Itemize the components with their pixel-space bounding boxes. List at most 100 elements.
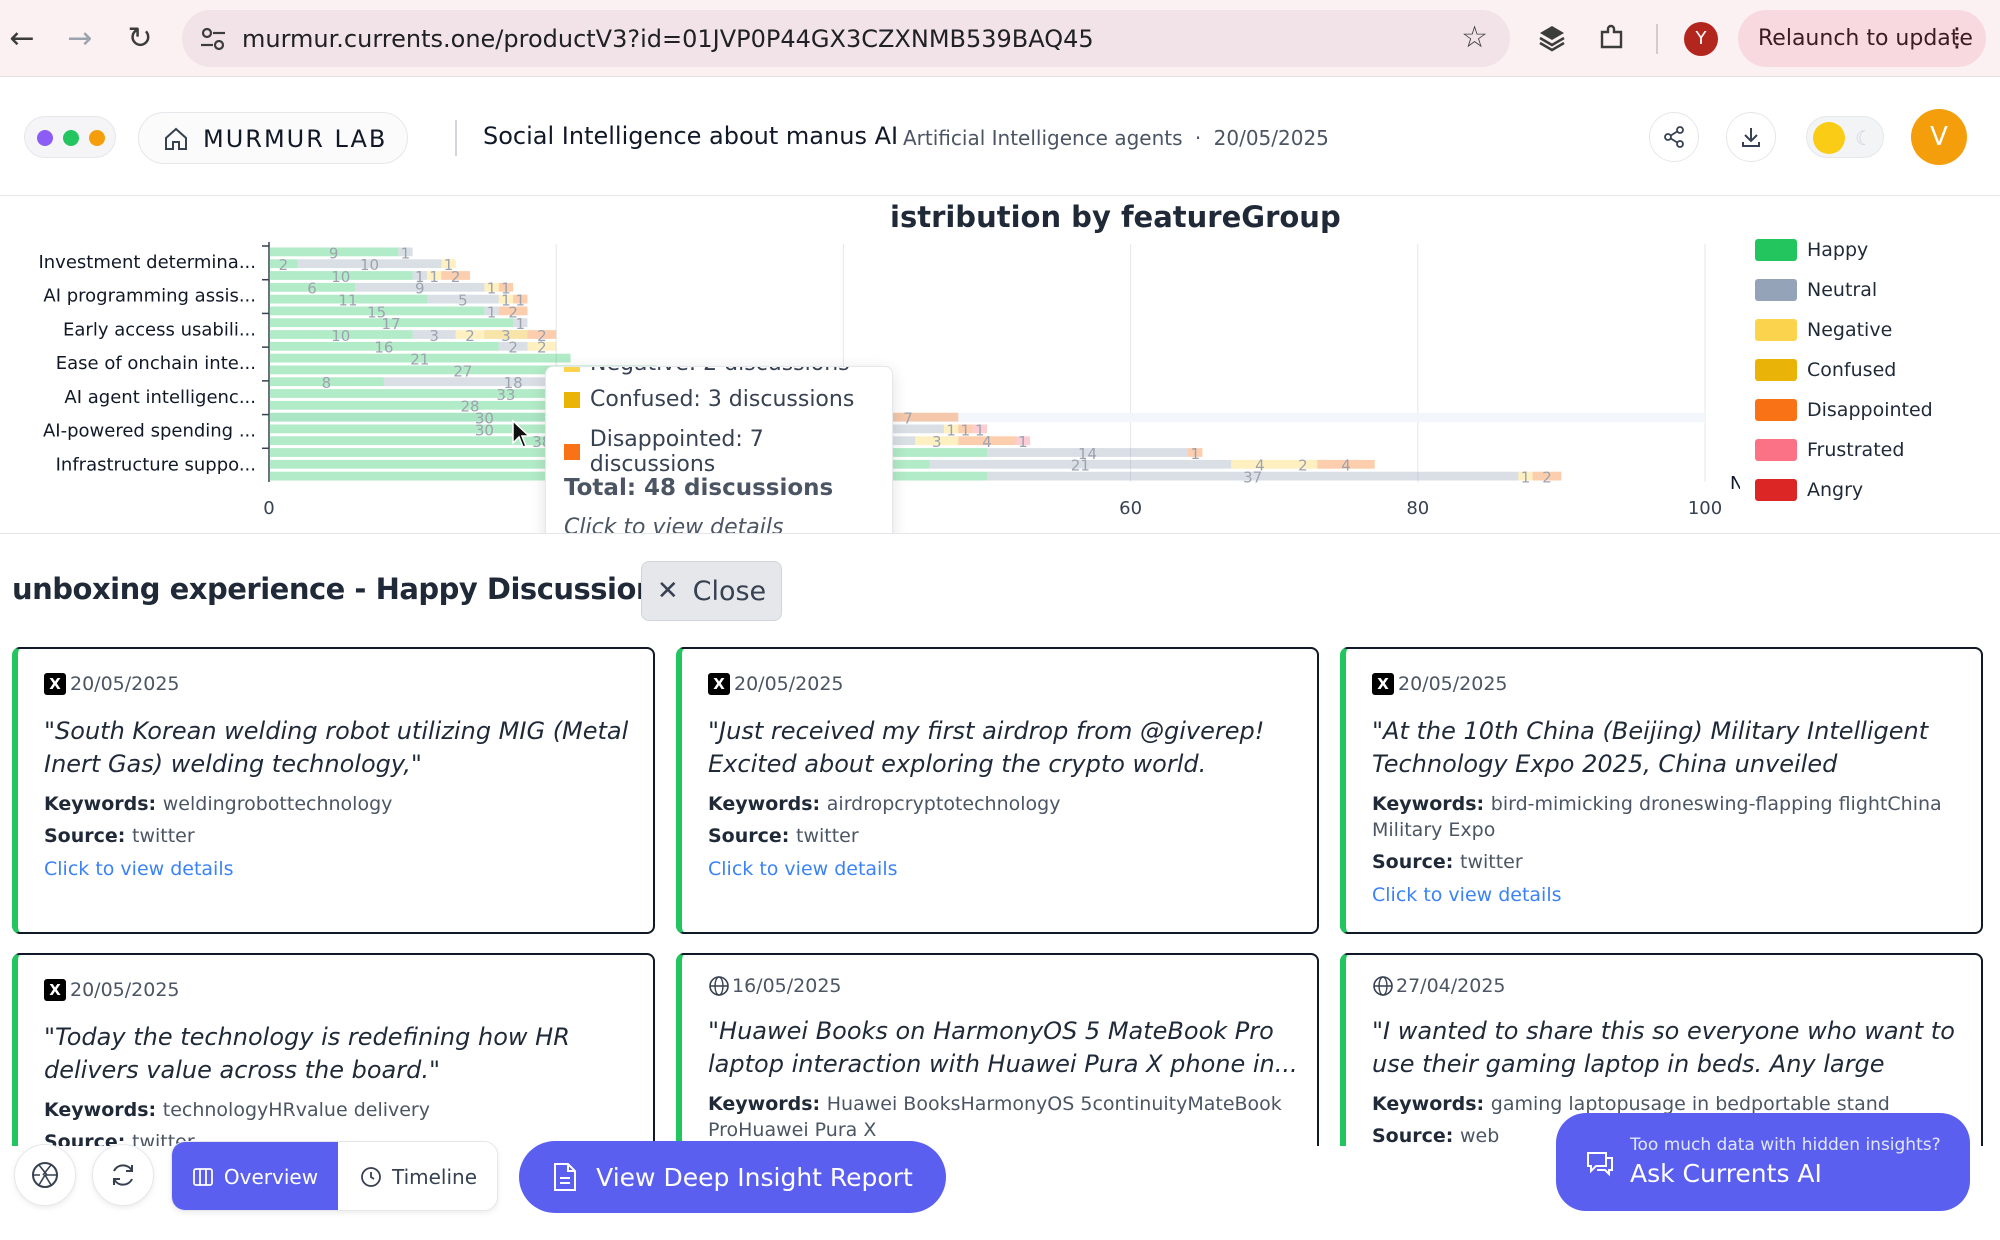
overview-tab[interactable]: Overview [172,1142,338,1210]
view-switcher: Overview Timeline [171,1141,498,1211]
legend-item[interactable]: Frustrated [1755,430,1933,470]
card-date-text: 20/05/2025 [70,673,180,695]
bar-data-label: 2 [1542,469,1552,487]
legend-swatch [1755,239,1797,261]
y-category-label: AI agent intelligenc... [64,387,256,408]
tooltip-swatch [564,367,580,372]
tooltip-row-disappointed: Disappointed: 7 discussions [564,427,892,477]
tooltip-total: Total: 48 discussions [564,475,834,501]
card-quote: "I wanted to share this so everyone who … [1372,1017,1955,1078]
source-value: twitter [132,825,195,847]
keywords-label: Keywords: [708,793,827,815]
card-source: Source: twitter [1372,851,1523,873]
legend-item[interactable]: Happy [1755,230,1933,270]
ask-currents-ai-button[interactable]: Too much data with hidden insights? Ask … [1556,1113,1970,1211]
theme-toggle[interactable]: ☾ [1806,116,1884,158]
card-date-text: 20/05/2025 [1398,673,1508,695]
bookmark-star-icon[interactable]: ☆ [1461,20,1488,55]
page-title: Social Intelligence about manus AI [483,122,899,150]
y-category-label: AI programming assis... [43,286,256,307]
window-dots [24,116,116,158]
tooltip-row-negative: Negative: 2 discussions [564,367,850,376]
tooltip-text: Negative: 2 discussions [590,367,850,376]
card-date: X 20/05/2025 [1372,673,1508,695]
card-date: X 20/05/2025 [44,979,180,1001]
discussion-card[interactable]: X 20/05/2025 "South Korean welding robot u… [12,647,655,934]
kebab-menu-icon[interactable]: ⋮ [1944,10,1970,67]
card-date: X 20/05/2025 [708,673,844,695]
x-axis-label: Number of Discussions [1730,473,1740,494]
overview-label: Overview [223,1165,319,1189]
brand-home-button[interactable]: MURMUR LAB [138,112,408,164]
card-keywords: Keywords: weldingrobottechnology [44,791,653,817]
x-tick-label: 0 [263,498,274,519]
legend-swatch [1755,479,1797,501]
site-settings-icon[interactable] [198,24,228,54]
card-date-text: 16/05/2025 [732,975,842,997]
card-source: Source: twitter [708,825,859,847]
tooltip-swatch [564,391,580,408]
globe-filter-button[interactable] [14,1144,76,1206]
clock-icon [361,1167,381,1187]
mouse-cursor-icon [512,419,531,448]
bar-data-label: 1 [1521,469,1531,487]
close-button[interactable]: ✕ Close [641,561,782,621]
discussion-card[interactable]: X 20/05/2025 "Just received my first airdr… [676,647,1319,934]
keywords-label: Keywords: [44,1099,163,1121]
legend-swatch [1755,399,1797,421]
x-logo-icon: X [44,673,66,695]
card-quote: "Just received my first airdrop from @gi… [708,717,1265,778]
orange-dot-icon [89,130,105,146]
address-bar[interactable]: murmur.currents.one/productV3?id=01JVP0P… [182,10,1510,67]
subtitle-separator: · [1194,126,1202,150]
relaunch-button[interactable]: Relaunch to update ⋮ [1738,10,1986,67]
ask-ai-hint: Too much data with hidden insights? [1630,1135,1941,1155]
x-tick-label: 60 [1119,498,1142,519]
view-details-link[interactable]: Click to view details [44,858,234,880]
y-category-label: Ease of onchain inte... [56,353,256,374]
keywords-label: Keywords: [1372,793,1491,815]
sentiment-chart: istribution by featureGroup 020406080100… [0,196,2000,534]
share-button[interactable] [1649,112,1699,162]
tooltip-hint: Click to view details [564,515,784,534]
refresh-button[interactable] [92,1144,154,1206]
legend-item[interactable]: Neutral [1755,270,1933,310]
download-button[interactable] [1726,112,1776,162]
legend-item[interactable]: Angry [1755,470,1933,510]
legend-item[interactable]: Confused [1755,350,1933,390]
discussion-card[interactable]: X 20/05/2025 "At the 10th China (Beijing) … [1340,647,1983,934]
download-icon [1742,128,1760,147]
keywords-value: airdropcryptotechnology [826,793,1061,815]
chat-bubble-icon [1587,1152,1613,1177]
y-category-label: Investment determina... [38,252,256,273]
deep-insight-report-button[interactable]: View Deep Insight Report [519,1141,946,1213]
forward-arrow-icon[interactable]: → [60,18,100,58]
card-quote: "Today the technology is redefining how … [44,1023,570,1084]
reload-icon[interactable]: ↻ [120,18,160,58]
card-source: Source: twitter [44,825,195,847]
x-logo-icon: X [708,673,730,695]
card-keywords: Keywords: Huawei BooksHarmonyOS 5continu… [708,1091,1317,1143]
card-date-text: 27/04/2025 [1396,975,1506,997]
source-value: web [1460,1125,1500,1147]
legend-label: Disappointed [1807,399,1933,421]
back-arrow-icon[interactable]: ← [2,18,42,58]
legend-item[interactable]: Disappointed [1755,390,1933,430]
card-keywords: Keywords: bird-mimicking droneswing-flap… [1372,791,1981,843]
columns-icon [193,1168,213,1186]
browser-profile-avatar[interactable]: Y [1684,22,1718,56]
legend-item[interactable]: Negative [1755,310,1933,350]
layers-extension-icon[interactable] [1534,20,1570,56]
user-avatar[interactable]: V [1911,109,1967,165]
card-source: Source: web [1372,1125,1499,1147]
aperture-icon [32,1162,58,1188]
legend-label: Confused [1807,359,1897,381]
url-text[interactable]: murmur.currents.one/productV3?id=01JVP0P… [242,25,1094,53]
view-details-link[interactable]: Click to view details [1372,884,1562,906]
extensions-puzzle-icon[interactable] [1594,20,1630,56]
refresh-icon [113,1164,133,1186]
card-quote: "At the 10th China (Beijing) Military In… [1372,717,1929,778]
card-quote: "Huawei Books on HarmonyOS 5 MateBook Pr… [708,1017,1298,1078]
timeline-tab[interactable]: Timeline [338,1142,497,1210]
view-details-link[interactable]: Click to view details [708,858,898,880]
